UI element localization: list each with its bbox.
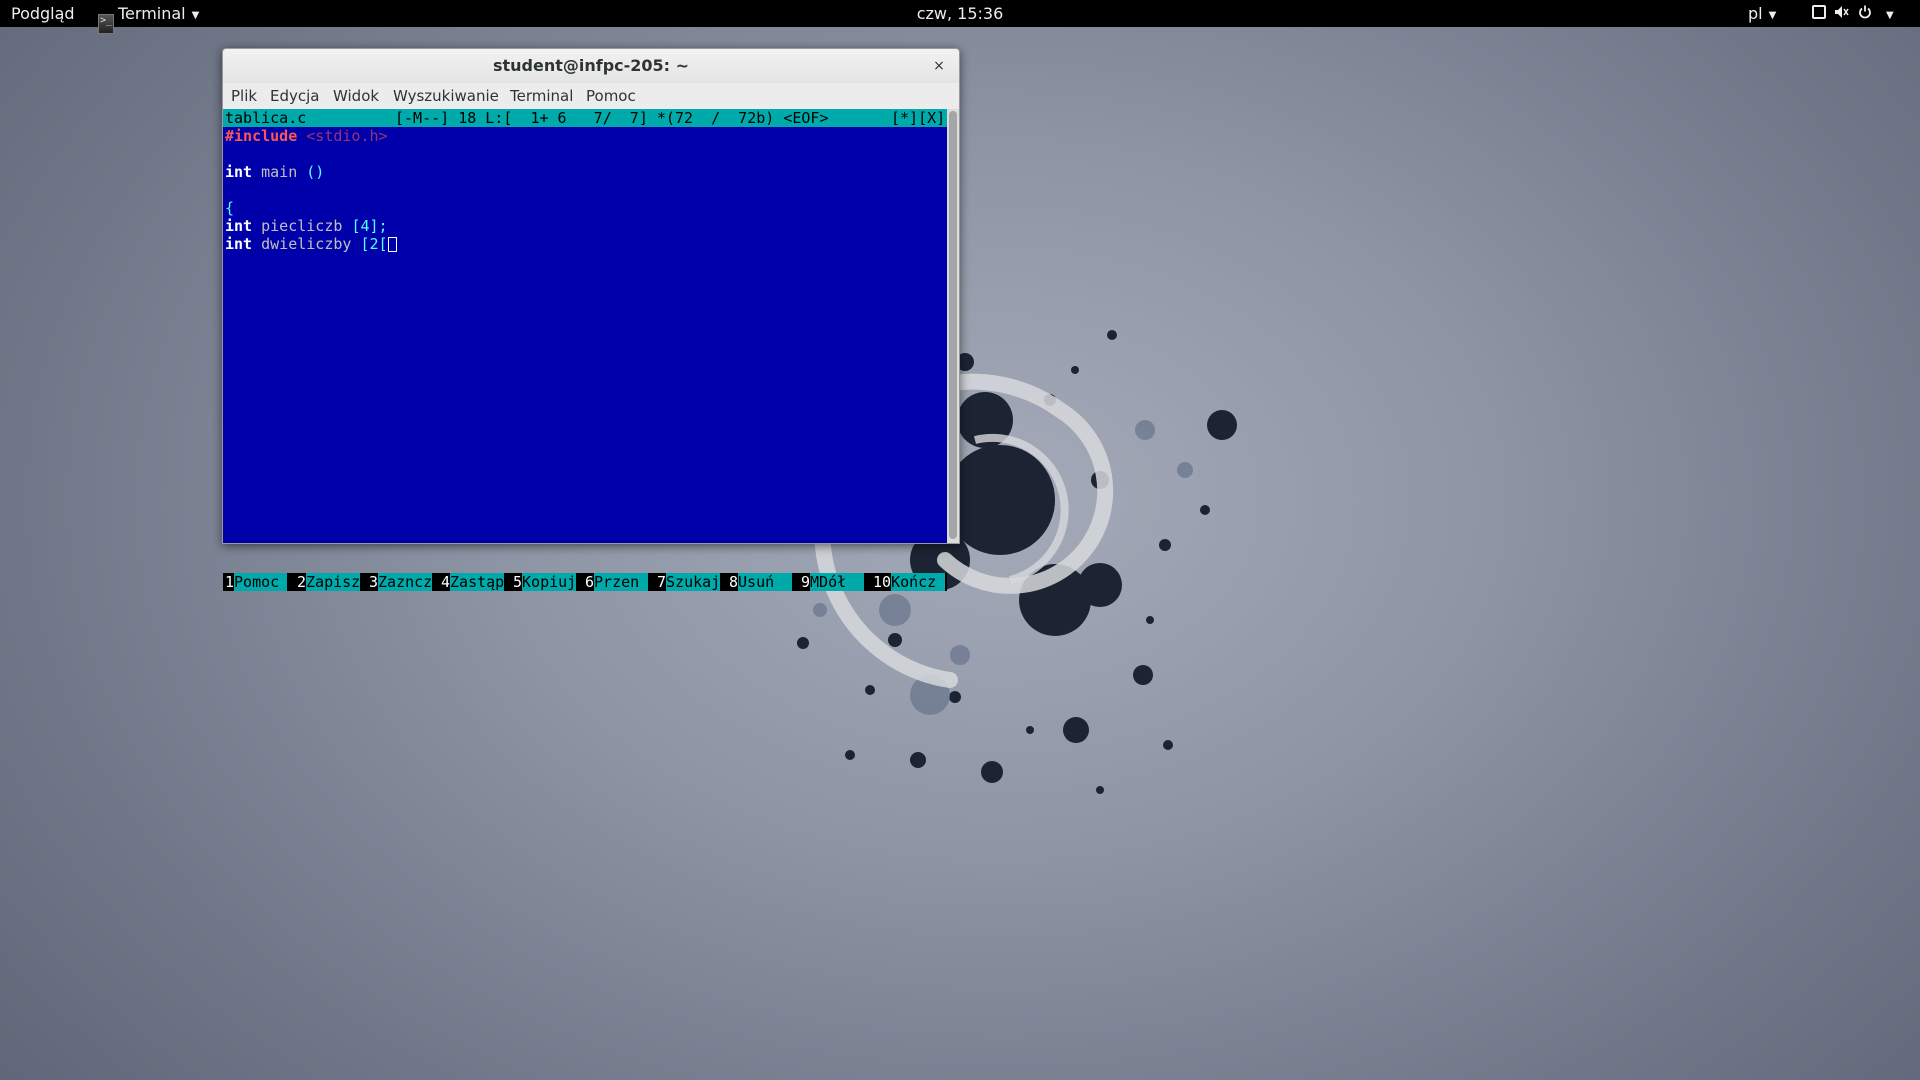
editor-status-bar: tablica.c [-M--] 18 L:[ 1+ 6 7/ 7] *(72 … — [223, 109, 947, 127]
window-titlebar[interactable]: student@infpc-205: ~ × — [223, 49, 959, 83]
menu-wyszukiwanie[interactable]: Wyszukiwanie — [393, 83, 499, 109]
chevron-down-icon: ▼ — [1768, 10, 1777, 21]
function-key-bar: 1Pomoc 2Zapisz 3Zazncz 4Zastąp 5Kopiuj 6… — [223, 573, 947, 591]
code-line-6: int piecliczb [4]; — [225, 217, 388, 235]
code-line-5: { — [225, 199, 235, 217]
top-bar: Podgląd >_ Terminal ▼ czw, 15:36 pl ▼ ▼ — [0, 0, 1920, 34]
screen-icon — [1812, 1, 1826, 28]
fkey-4[interactable]: 4Zastąp — [439, 573, 504, 591]
menu-terminal[interactable]: Terminal — [510, 83, 573, 109]
system-menu-button[interactable]: ▼ — [1812, 0, 1894, 27]
text-cursor — [387, 237, 397, 252]
fkey-10[interactable]: 10Kończ — [871, 573, 946, 591]
volume-icon — [1834, 1, 1850, 28]
activities-button[interactable]: Podgląd — [11, 0, 75, 27]
editor-filename: tablica.c — [225, 109, 307, 127]
power-icon — [1858, 1, 1872, 28]
fkey-3[interactable]: 3Zazncz — [367, 573, 432, 591]
scrollbar-thumb[interactable] — [949, 111, 957, 539]
code-line-7: int dwieliczby [2[ — [225, 235, 397, 253]
activities-label: Podgląd — [11, 4, 75, 23]
scrollbar[interactable] — [947, 109, 959, 543]
close-icon[interactable]: × — [929, 56, 949, 76]
fkey-6[interactable]: 6Przen — [583, 573, 649, 591]
fkey-7[interactable]: 7Szukaj — [655, 573, 720, 591]
menu-edycja[interactable]: Edycja — [270, 83, 319, 109]
keyboard-layout-label: pl — [1748, 4, 1763, 23]
chevron-down-icon: ▼ — [191, 10, 200, 21]
menu-widok[interactable]: Widok — [333, 83, 379, 109]
keyboard-layout-button[interactable]: pl ▼ — [1748, 0, 1776, 27]
terminal-window: student@infpc-205: ~ × Plik Edycja Widok… — [222, 48, 960, 591]
fkey-2[interactable]: 2Zapisz — [295, 573, 360, 591]
fkey-5[interactable]: 5Kopiuj — [511, 573, 576, 591]
menubar: Plik Edycja Widok Wyszukiwanie Terminal … — [223, 83, 959, 109]
menu-pomoc[interactable]: Pomoc — [586, 83, 636, 109]
clock-button[interactable]: czw, 15:36 — [917, 4, 1004, 23]
editor-status-text: [-M--] 18 L:[ 1+ 6 7/ 7] *(72 / 72b) <EO… — [395, 109, 829, 127]
fkey-9[interactable]: 9MDół — [799, 573, 865, 591]
window-title: student@infpc-205: ~ — [492, 56, 690, 75]
app-menu-label: Terminal — [118, 4, 186, 23]
fkey-1[interactable]: 1Pomoc — [223, 573, 288, 591]
clock-container: czw, 15:36 — [0, 0, 1920, 27]
chevron-down-icon: ▼ — [1886, 10, 1894, 21]
code-line-1: #include <stdio.h> — [225, 127, 388, 145]
editor-flags: [*][X] — [891, 109, 946, 127]
menu-plik[interactable]: Plik — [231, 83, 257, 109]
app-menu-button[interactable]: >_ Terminal ▼ — [98, 0, 200, 34]
fkey-8[interactable]: 8Usuń — [727, 573, 793, 591]
code-line-3: int main () — [225, 163, 325, 181]
editor-area[interactable]: tablica.c [-M--] 18 L:[ 1+ 6 7/ 7] *(72 … — [223, 109, 947, 591]
